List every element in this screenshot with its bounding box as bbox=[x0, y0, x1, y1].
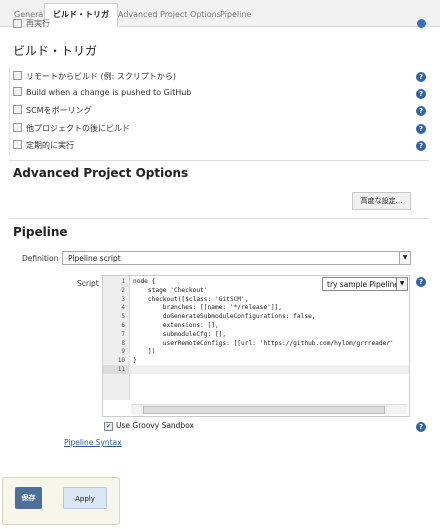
scrollbar-thumb[interactable] bbox=[143, 406, 385, 414]
checkbox[interactable] bbox=[13, 87, 22, 96]
checkbox[interactable] bbox=[13, 140, 22, 149]
code-line: } bbox=[133, 357, 137, 365]
code-line: branches: [[name: '*/release']], bbox=[133, 304, 283, 312]
help-icon[interactable]: ? bbox=[416, 124, 426, 134]
checkbox[interactable] bbox=[13, 105, 22, 114]
section-divider bbox=[9, 160, 429, 161]
definition-value: Pipeline script bbox=[68, 254, 121, 263]
line-number-gutter bbox=[103, 276, 130, 400]
horizontal-scrollbar[interactable] bbox=[131, 404, 407, 414]
definition-select[interactable]: Pipeline script ▼ bbox=[62, 251, 411, 265]
code-line: extensions: [], bbox=[133, 322, 219, 329]
help-icon[interactable]: ? bbox=[416, 89, 426, 99]
checkbox[interactable]: ✓ bbox=[104, 421, 113, 431]
code-line: submoduleCfg: [], bbox=[133, 330, 227, 338]
definition-label: Definition bbox=[22, 254, 59, 263]
current-line-highlight bbox=[103, 365, 409, 374]
trigger-remote-build[interactable]: リモートからビルド (例: スクリプトから) bbox=[13, 71, 176, 83]
save-button[interactable]: 保存 bbox=[15, 487, 42, 509]
build-triggers-heading: ビルド・トリガ bbox=[13, 44, 98, 58]
code-line: node { bbox=[133, 278, 156, 285]
line-number: 3 bbox=[121, 295, 125, 303]
script-label: Script bbox=[77, 279, 99, 288]
chevron-down-icon: ▼ bbox=[396, 278, 407, 290]
trigger-after-other-projects[interactable]: 他プロジェクトの後にビルド bbox=[13, 123, 130, 135]
script-editor[interactable]: 1 2 3 4 5 6 7 8 9 10 11 node { stage 'Ch… bbox=[102, 275, 410, 417]
sample-pipeline-value: try sample Pipeline... bbox=[327, 280, 407, 289]
apply-button[interactable]: Apply bbox=[63, 487, 107, 509]
pipeline-syntax-link[interactable]: Pipeline Syntax bbox=[64, 438, 122, 447]
line-number: 1 bbox=[121, 278, 125, 285]
advanced-settings-button[interactable]: 高度な設定... bbox=[352, 192, 411, 210]
pipeline-heading: Pipeline bbox=[13, 225, 68, 239]
line-number: 7 bbox=[121, 330, 125, 338]
section-indent-bar bbox=[9, 68, 10, 156]
groovy-sandbox-option[interactable]: ✓ Use Groovy Sandbox bbox=[104, 421, 194, 431]
checkbox[interactable] bbox=[13, 123, 22, 132]
help-icon[interactable]: ? bbox=[416, 106, 426, 116]
groovy-sandbox-label: Use Groovy Sandbox bbox=[116, 421, 194, 430]
line-number: 10 bbox=[117, 357, 125, 365]
partially-hidden-option: 再実行 bbox=[13, 18, 213, 28]
trigger-label: Build when a change is pushed to GitHub bbox=[26, 88, 192, 97]
line-number: 2 bbox=[121, 286, 125, 294]
advanced-project-options-heading: Advanced Project Options bbox=[13, 166, 189, 180]
trigger-github-push[interactable]: Build when a change is pushed to GitHub bbox=[13, 87, 192, 100]
line-number: 5 bbox=[121, 313, 125, 321]
code-line: checkout([$class: 'GitSCM', bbox=[133, 295, 249, 303]
tab-pipeline[interactable]: Pipeline bbox=[212, 4, 259, 26]
code-line: doGenerateSubmoduleConfigurations: false… bbox=[133, 313, 316, 321]
code-line: ]) bbox=[133, 348, 156, 356]
trigger-periodic[interactable]: 定期的に実行 bbox=[13, 140, 74, 152]
help-icon[interactable] bbox=[417, 19, 426, 28]
trigger-label: リモートからビルド (例: スクリプトから) bbox=[26, 72, 177, 81]
line-number: 4 bbox=[121, 304, 125, 312]
code-line: stage 'Checkout' bbox=[133, 286, 208, 294]
line-number: 11 bbox=[117, 366, 125, 373]
trigger-label: 他プロジェクトの後にビルド bbox=[26, 124, 130, 133]
code-line: userRemoteConfigs: [[url: 'https://githu… bbox=[133, 339, 394, 347]
checkbox[interactable] bbox=[13, 19, 22, 28]
help-icon[interactable]: ? bbox=[416, 422, 426, 432]
help-icon[interactable]: ? bbox=[416, 277, 426, 287]
chevron-down-icon: ▼ bbox=[399, 252, 410, 264]
line-number: 6 bbox=[121, 322, 125, 329]
trigger-label: SCMをポーリング bbox=[26, 106, 92, 115]
line-number: 9 bbox=[121, 348, 125, 356]
trigger-scm-polling[interactable]: SCMをポーリング bbox=[13, 105, 92, 117]
help-icon[interactable]: ? bbox=[416, 141, 426, 151]
sample-pipeline-select[interactable]: try sample Pipeline... ▼ bbox=[322, 277, 408, 291]
checkbox[interactable] bbox=[13, 71, 22, 80]
option-label: 再実行 bbox=[26, 19, 50, 28]
section-divider bbox=[9, 218, 429, 219]
help-icon[interactable]: ? bbox=[416, 72, 426, 82]
line-number: 8 bbox=[121, 339, 125, 347]
trigger-label: 定期的に実行 bbox=[26, 141, 74, 150]
